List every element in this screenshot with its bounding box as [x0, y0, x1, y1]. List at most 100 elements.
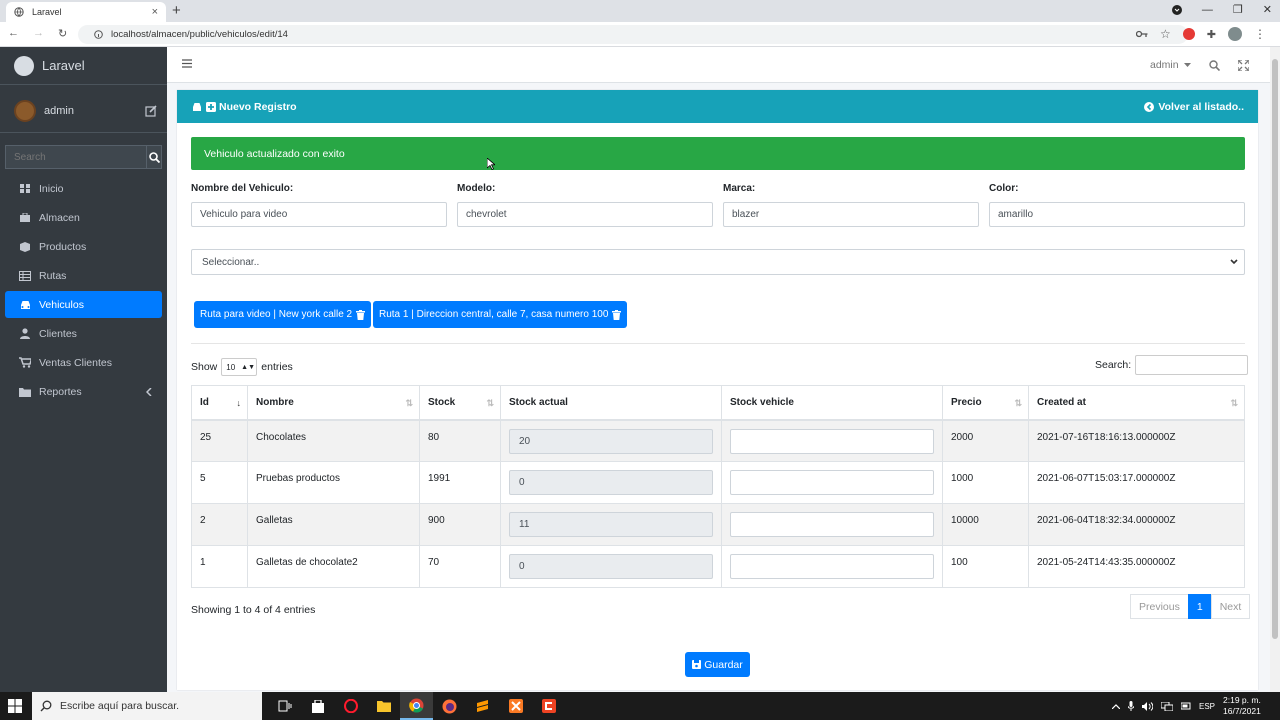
sidebar-item-clientes[interactable]: Clientes — [5, 320, 162, 347]
key-icon[interactable] — [1136, 30, 1148, 38]
sidebar-item-almacen[interactable]: Almacen — [5, 204, 162, 231]
close-window-icon[interactable]: ✕ — [1263, 3, 1272, 16]
windows-start-icon[interactable] — [8, 699, 22, 713]
opera-icon[interactable] — [334, 692, 367, 720]
language-indicator[interactable]: ESP — [1199, 702, 1215, 711]
search-icon — [40, 700, 52, 712]
column-header-nombre[interactable]: Nombre ⇅ — [247, 385, 420, 421]
fullscreen-icon[interactable] — [1237, 59, 1249, 71]
new-tab-button[interactable]: + — [172, 2, 181, 19]
stock-vehicle-input[interactable] — [730, 428, 934, 454]
trash-icon[interactable] — [356, 309, 366, 320]
firefox-icon[interactable] — [433, 692, 466, 720]
browser-tab[interactable]: Laravel × — [6, 2, 166, 22]
sublime-text-icon[interactable] — [466, 692, 499, 720]
microphone-icon[interactable] — [1128, 701, 1134, 711]
page-size-select[interactable]: 10 ▲▼ — [221, 358, 258, 376]
reload-icon[interactable]: ↻ — [58, 27, 67, 40]
address-bar[interactable]: localhost/almacen/public/vehiculos/edit/… — [78, 25, 1188, 44]
sidebar-item-reportes[interactable]: Reportes — [5, 378, 162, 405]
stock-vehicle-input[interactable] — [730, 512, 934, 537]
sidebar-search-button[interactable] — [147, 145, 162, 169]
volume-icon[interactable] — [1142, 701, 1153, 711]
laravel-logo-icon — [14, 55, 34, 76]
pagination-previous[interactable]: Previous — [1130, 594, 1189, 619]
sidebar-item-productos[interactable]: Productos — [5, 233, 162, 260]
back-to-list-label: Volver al listado.. — [1158, 100, 1244, 113]
stock-vehicle-input[interactable] — [730, 554, 934, 579]
table-info: Showing 1 to 4 of 4 entries — [191, 604, 316, 616]
edit-icon[interactable] — [145, 104, 157, 117]
adblock-extension-icon[interactable] — [1182, 28, 1195, 40]
cell-precio: 1000 — [942, 461, 1029, 504]
entries-label: entries — [261, 361, 293, 373]
sidebar-search — [5, 145, 162, 169]
route-chip-label: Ruta para video | New york calle 2 — [200, 309, 353, 320]
brand[interactable]: Laravel — [0, 47, 167, 85]
back-icon[interactable]: ← — [8, 27, 19, 40]
brand-name: Laravel — [42, 58, 85, 73]
sidebar-item-ventas-clientes[interactable]: Ventas Clientes — [5, 349, 162, 376]
codeigniter-icon[interactable] — [532, 692, 565, 720]
close-tab-icon[interactable]: × — [152, 6, 158, 18]
route-select[interactable]: Seleccionar.. — [191, 249, 1245, 275]
table-search-label: Search: — [1095, 359, 1132, 371]
info-icon[interactable] — [94, 30, 103, 39]
user-icon — [19, 328, 31, 339]
user-menu[interactable]: admin — [1150, 59, 1191, 71]
route-chip[interactable]: Ruta para video | New york calle 2 — [194, 301, 372, 328]
pagination-page[interactable]: 1 — [1187, 594, 1212, 619]
forward-icon[interactable]: → — [33, 27, 44, 40]
sidebar-search-input[interactable] — [5, 145, 147, 169]
star-icon[interactable]: ☆ — [1160, 27, 1171, 41]
window-controls: — ❐ ✕ — [1171, 3, 1272, 16]
table-row: 5 Pruebas productos 1991 0 1000 2021-06-… — [191, 461, 1245, 504]
column-header-created-at[interactable]: Created at ⇅ — [1028, 385, 1245, 421]
browser-extensions: ☆ ✚ ⋮ — [1136, 27, 1266, 41]
chevron-up-icon[interactable] — [1112, 703, 1120, 709]
sidebar-item-rutas[interactable]: Rutas — [5, 262, 162, 289]
file-explorer-icon[interactable] — [367, 692, 400, 720]
marca-input[interactable]: blazer — [723, 202, 979, 227]
network-icon[interactable] — [1161, 701, 1173, 711]
nombre-label: Nombre del Vehiculo: — [191, 183, 294, 194]
xampp-icon[interactable] — [499, 692, 532, 720]
sidebar-item-inicio[interactable]: Inicio — [5, 175, 162, 202]
route-chip[interactable]: Ruta 1 | Direccion central, calle 7, cas… — [373, 301, 628, 328]
table-header-row: Id ↓ Nombre ⇅ Stock ⇅ Stock actual Stock ve… — [191, 385, 1245, 421]
alert-message: Vehiculo actualizado con exito — [204, 147, 345, 160]
column-header-id[interactable]: Id ↓ — [191, 385, 248, 421]
taskbar-search[interactable]: Escribe aquí para buscar. — [32, 692, 262, 720]
column-header-precio[interactable]: Precio ⇅ — [942, 385, 1029, 421]
back-to-list-link[interactable]: Volver al listado.. — [1144, 101, 1244, 113]
puzzle-icon[interactable]: ✚ — [1207, 28, 1216, 41]
user-name[interactable]: admin — [44, 105, 74, 117]
minimize-icon[interactable]: — — [1202, 4, 1213, 16]
page-scrollbar[interactable] — [1270, 47, 1280, 692]
restore-icon[interactable]: ❐ — [1233, 3, 1243, 16]
sidebar-item-label: Reportes — [39, 385, 82, 398]
pagination-next[interactable]: Next — [1210, 594, 1251, 619]
nombre-input[interactable]: Vehiculo para video — [191, 202, 447, 227]
clock[interactable]: 2:19 p. m. 16/7/2021 — [1223, 695, 1261, 717]
table-search-input[interactable] — [1135, 355, 1249, 375]
stock-vehicle-input[interactable] — [730, 470, 934, 495]
cell-created-at: 2021-06-04T18:32:34.000000Z — [1028, 503, 1245, 546]
trash-icon[interactable] — [612, 309, 622, 320]
sidebar-item-label: Rutas — [39, 269, 67, 282]
hamburger-menu-icon[interactable] — [182, 59, 192, 68]
power-icon[interactable] — [1181, 702, 1191, 710]
sidebar-item-label: Clientes — [39, 327, 77, 340]
kebab-menu-icon[interactable]: ⋮ — [1254, 27, 1266, 41]
chrome-icon[interactable] — [400, 692, 433, 720]
color-input[interactable]: amarillo — [989, 202, 1245, 227]
save-button[interactable]: Guardar — [685, 652, 750, 677]
store-icon[interactable] — [301, 692, 334, 720]
profile-menu-icon[interactable] — [1171, 4, 1182, 15]
task-view-icon[interactable] — [268, 692, 301, 720]
column-header-stock[interactable]: Stock ⇅ — [419, 385, 501, 421]
account-avatar-icon[interactable] — [1228, 27, 1242, 41]
sidebar-item-vehiculos[interactable]: Vehiculos — [5, 291, 162, 318]
modelo-input[interactable]: chevrolet — [457, 202, 713, 227]
navbar-search-icon[interactable] — [1208, 59, 1220, 71]
